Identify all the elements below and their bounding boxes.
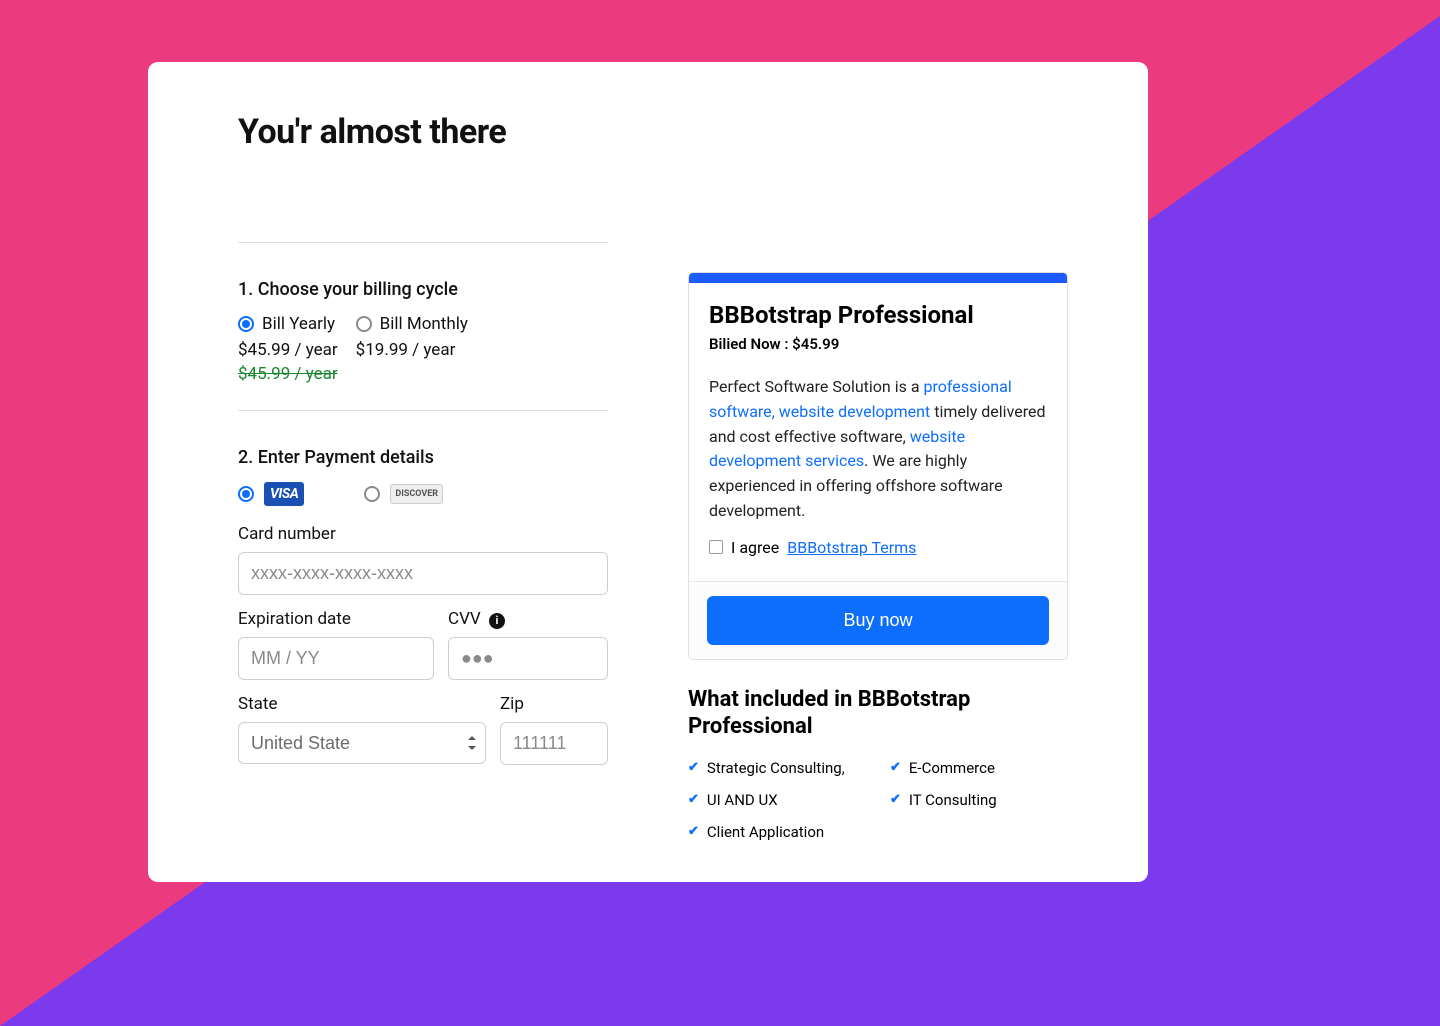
included-title: What included in BBBotstrap Professional — [688, 686, 1068, 741]
agree-checkbox[interactable] — [709, 540, 723, 554]
feature-item: ✔ Client Application — [688, 823, 866, 841]
expiration-label: Expiration date — [238, 609, 434, 629]
summary-description: Perfect Software Solution is a professio… — [709, 375, 1047, 524]
radio-icon[interactable] — [356, 316, 372, 332]
cvv-label: CVV i — [448, 609, 608, 629]
summary-billed-now: Bilied Now : $45.99 — [709, 335, 1047, 353]
billing-step-title: 1. Choose your billing cycle — [238, 279, 608, 300]
radio-icon[interactable] — [238, 486, 254, 502]
left-column: 1. Choose your billing cycle Bill Yearly… — [238, 272, 608, 841]
bill-yearly-label: Bill Yearly — [262, 314, 335, 334]
card-number-label: Card number — [238, 524, 608, 544]
state-label: State — [238, 694, 486, 714]
billing-options: Bill Yearly $45.99 / year $45.99 / year … — [238, 314, 608, 384]
card-number-input[interactable] — [238, 552, 608, 595]
check-icon: ✔ — [688, 824, 699, 839]
card-type-options: VISA DISCOVER — [238, 482, 608, 506]
zip-label: Zip — [500, 694, 608, 714]
divider — [238, 410, 608, 411]
checkout-card: You'r almost there 1. Choose your billin… — [148, 62, 1148, 882]
check-icon: ✔ — [688, 792, 699, 807]
agree-row: I agree BBBotstrap Terms — [709, 538, 1047, 557]
summary-card: BBBotstrap Professional Bilied Now : $45… — [688, 272, 1068, 660]
page-title: You'r almost there — [238, 112, 1068, 152]
feature-item: ✔ IT Consulting — [890, 791, 1068, 809]
bill-yearly-price: $45.99 / year — [238, 340, 338, 360]
check-icon: ✔ — [688, 760, 699, 775]
feature-item: ✔ E-Commerce — [890, 759, 1068, 777]
bill-monthly-label: Bill Monthly — [380, 314, 468, 334]
cvv-input[interactable] — [448, 637, 608, 680]
summary-title: BBBotstrap Professional — [709, 301, 1047, 329]
feature-label: UI AND UX — [707, 791, 778, 809]
expiration-input[interactable] — [238, 637, 434, 680]
discover-icon: DISCOVER — [390, 484, 443, 504]
check-icon: ✔ — [890, 792, 901, 807]
visa-option[interactable]: VISA — [238, 482, 304, 506]
feature-item: ✔ Strategic Consulting, — [688, 759, 866, 777]
check-icon: ✔ — [890, 760, 901, 775]
bill-yearly-option[interactable]: Bill Yearly $45.99 / year $45.99 / year — [238, 314, 338, 384]
desc-text: Perfect Software Solution is a — [709, 377, 924, 396]
feature-item: ✔ UI AND UX — [688, 791, 866, 809]
bill-monthly-price: $19.99 / year — [356, 340, 468, 360]
info-icon[interactable]: i — [489, 613, 505, 629]
feature-label: Client Application — [707, 823, 824, 841]
feature-label: Strategic Consulting, — [707, 759, 845, 777]
feature-label: E-Commerce — [909, 759, 995, 777]
divider — [238, 242, 608, 243]
cvv-label-text: CVV — [448, 609, 481, 629]
zip-input[interactable] — [500, 722, 608, 765]
summary-accent-bar — [689, 273, 1067, 283]
features-list: ✔ Strategic Consulting, ✔ E-Commerce ✔ UI A… — [688, 759, 1068, 841]
state-select[interactable]: United State — [238, 722, 486, 764]
terms-link[interactable]: BBBotstrap Terms — [787, 538, 916, 557]
bill-yearly-strike: $45.99 / year — [238, 364, 338, 384]
visa-icon: VISA — [264, 482, 304, 506]
radio-icon[interactable] — [238, 316, 254, 332]
buy-now-button[interactable]: Buy now — [707, 596, 1049, 645]
discover-option[interactable]: DISCOVER — [364, 484, 443, 504]
bill-monthly-option[interactable]: Bill Monthly $19.99 / year — [356, 314, 468, 384]
feature-label: IT Consulting — [909, 791, 997, 809]
payment-step-title: 2. Enter Payment details — [238, 447, 608, 468]
right-column: BBBotstrap Professional Bilied Now : $45… — [688, 272, 1068, 841]
agree-text: I agree — [731, 538, 779, 557]
radio-icon[interactable] — [364, 486, 380, 502]
